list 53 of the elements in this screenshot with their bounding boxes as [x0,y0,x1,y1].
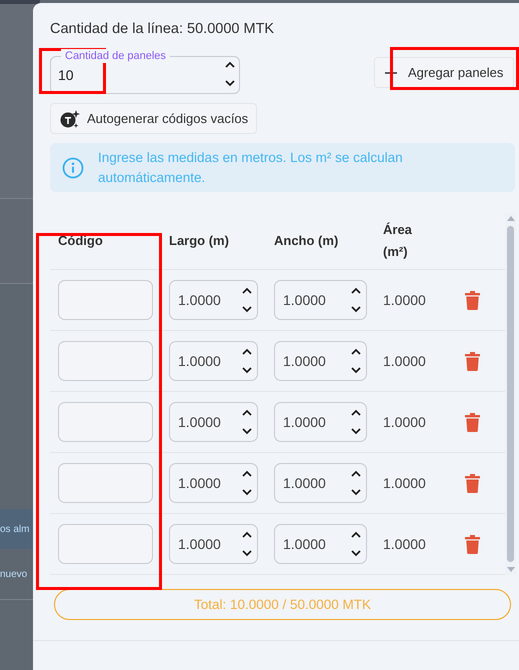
column-header: Área (m²) [383,221,413,261]
length-input[interactable]: 1.0000 [169,524,258,564]
autogenerate-button[interactable]: Autogenerar códigos vacíos [50,103,258,134]
spinner-icon[interactable] [241,407,253,437]
code-input[interactable] [58,341,153,381]
line-quantity-text: Cantidad de la línea: 50.0000 MTK [50,21,276,39]
background-text: os alm [0,524,30,534]
trash-icon[interactable] [465,534,480,554]
spinner-icon[interactable] [241,346,253,376]
column-header: Ancho (m) [274,232,340,250]
spinner-icon[interactable] [241,285,253,315]
background-text: nuevo [0,568,28,580]
length-input[interactable]: 1.0000 [169,280,258,320]
quantity-field[interactable]: Cantidad de paneles 10 [50,49,240,94]
width-input[interactable]: 1.0000 [274,402,367,442]
trash-icon[interactable] [465,290,480,310]
column-header: Código [58,232,104,250]
length-input[interactable]: 1.0000 [169,463,258,503]
sparkle-badge-icon [59,108,81,128]
area-value: 1.0000 [383,536,426,552]
area-value: 1.0000 [383,353,426,369]
spinner-icon[interactable] [241,468,253,498]
code-input[interactable] [58,280,153,320]
width-input[interactable]: 1.0000 [274,524,367,564]
spinner-icon[interactable] [241,529,253,559]
code-input[interactable] [58,463,153,503]
spinner-icon[interactable] [350,285,362,315]
info-icon [62,156,84,178]
area-value: 1.0000 [383,292,426,308]
info-text: Ingrese las medidas en metros. Los m² se calculan automáticamente. [98,148,404,186]
length-input[interactable]: 1.0000 [169,341,258,381]
code-input[interactable] [58,402,153,442]
spinner-icon[interactable] [224,59,236,89]
spinner-icon[interactable] [350,407,362,437]
total-summary: Total: 10.0000 / 50.0000 MTK [54,589,511,620]
width-input[interactable]: 1.0000 [274,463,367,503]
scroll-up-icon[interactable] [506,216,514,221]
trash-icon[interactable] [465,412,480,432]
area-value: 1.0000 [383,414,426,430]
length-input[interactable]: 1.0000 [169,402,258,442]
column-header: Largo (m) [169,232,230,250]
spinner-icon[interactable] [350,529,362,559]
code-input[interactable] [58,524,153,564]
scroll-down-icon[interactable] [506,567,514,572]
add-panels-button[interactable]: Agregar paneles [374,57,514,88]
spinner-icon[interactable] [350,468,362,498]
width-input[interactable]: 1.0000 [274,280,367,320]
trash-icon[interactable] [465,474,480,492]
background-bar [0,0,40,4]
width-input[interactable]: 1.0000 [274,341,367,381]
area-value: 1.0000 [383,475,426,491]
trash-icon[interactable] [465,352,480,370]
spinner-icon[interactable] [350,346,362,376]
